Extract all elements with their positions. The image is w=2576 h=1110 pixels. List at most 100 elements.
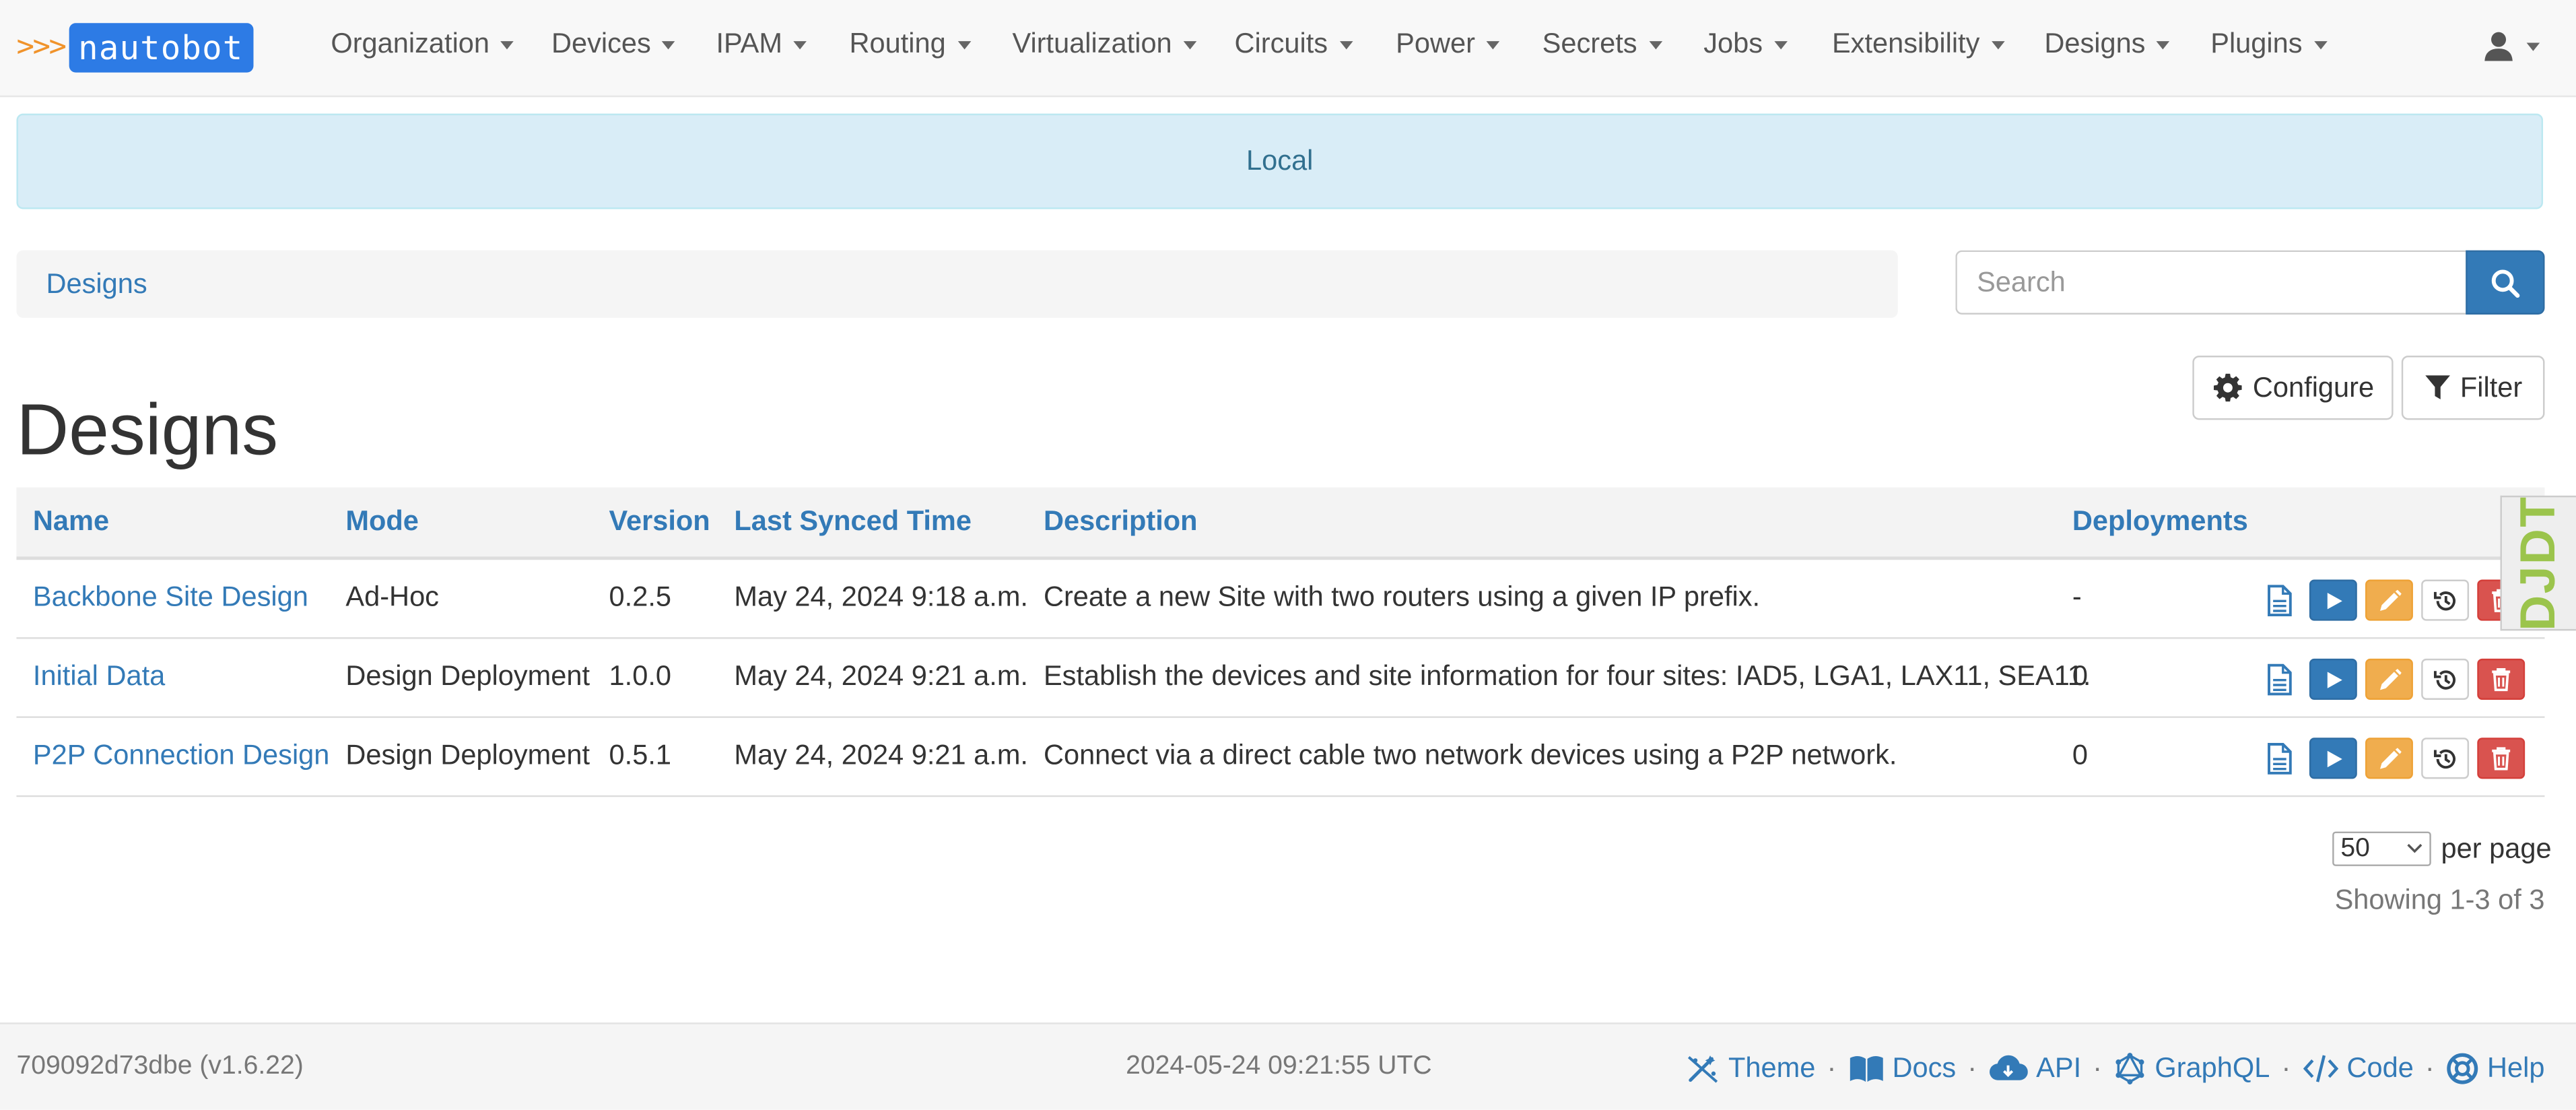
user-menu[interactable] [2482, 30, 2540, 63]
nav-extensibility[interactable]: Extensibility [1831, 28, 2005, 61]
nav-ipam[interactable]: IPAM [716, 28, 807, 61]
docs-button[interactable] [2258, 580, 2301, 621]
changelog-button[interactable] [2421, 658, 2470, 700]
column-name[interactable]: Name [33, 506, 109, 539]
column-mode[interactable]: Mode [345, 506, 419, 539]
footer-separator: · [1967, 1052, 1977, 1084]
play-icon [2326, 671, 2342, 688]
search-button[interactable] [2466, 250, 2545, 315]
edit-button[interactable] [2365, 579, 2413, 621]
graphql-icon [2115, 1053, 2144, 1085]
caret-down-icon [2313, 41, 2328, 50]
theme-icon [1688, 1055, 1718, 1083]
table-row: Backbone Site Design Ad-Hoc 0.2.5 May 24… [16, 560, 2545, 639]
history-icon [2433, 748, 2455, 768]
run-button[interactable] [2309, 738, 2357, 779]
pencil-icon [2379, 747, 2401, 769]
nav-label: Organization [331, 28, 490, 60]
breadcrumb-designs[interactable]: Designs [46, 267, 147, 300]
design-name-link[interactable]: Initial Data [33, 660, 165, 693]
banner-text: Local [1246, 145, 1314, 176]
nav-virtualization[interactable]: Virtualization [1012, 28, 1197, 61]
filter-button[interactable]: Filter [2401, 356, 2545, 420]
column-description[interactable]: Description [1044, 506, 1198, 539]
user-icon [2484, 32, 2513, 61]
footer-docs-link[interactable]: Docs [1848, 1052, 1956, 1085]
footer-separator: · [2093, 1052, 2103, 1084]
design-synced: May 24, 2024 9:21 a.m. [734, 660, 1028, 692]
footer-api-link[interactable]: API [1988, 1052, 2081, 1085]
nav-designs[interactable]: Designs [2044, 28, 2171, 61]
table-row: P2P Connection Design Design Deployment … [16, 718, 2545, 797]
footer-links: Theme · Docs · API · GraphQL · Code · He… [1687, 1052, 2545, 1085]
nav-circuits[interactable]: Circuits [1235, 28, 1353, 61]
book-icon [1849, 1055, 1883, 1082]
delete-button[interactable] [2477, 738, 2526, 779]
footer-separator: · [2281, 1052, 2291, 1084]
nav-label: Routing [849, 28, 946, 60]
footer-link-label: API [2036, 1052, 2082, 1084]
configure-button[interactable]: Configure [2192, 356, 2394, 420]
design-synced: May 24, 2024 9:18 a.m. [734, 581, 1028, 613]
nav-organization[interactable]: Organization [331, 28, 514, 61]
search-input[interactable] [1955, 250, 2466, 315]
design-name-link[interactable]: Backbone Site Design [33, 581, 308, 614]
design-mode: Design Deployment [345, 739, 590, 771]
nav-routing[interactable]: Routing [849, 28, 971, 61]
chevron-down-icon [2407, 843, 2422, 853]
history-icon [2433, 670, 2455, 689]
breadcrumb: Designs [16, 250, 1898, 318]
row-actions [2258, 738, 2526, 779]
footer: 709092d73dbe (v1.6.22) 2024-05-24 09:21:… [0, 1022, 2576, 1110]
nav-power[interactable]: Power [1396, 28, 1500, 61]
file-doc-icon [2268, 663, 2292, 695]
edit-button[interactable] [2365, 658, 2413, 700]
page-title: Designs [16, 390, 279, 471]
design-deployments: - [2072, 581, 2082, 613]
changelog-button[interactable] [2421, 738, 2470, 779]
docs-button[interactable] [2258, 659, 2301, 700]
nav-jobs[interactable]: Jobs [1703, 28, 1788, 61]
trash-icon [2492, 747, 2511, 771]
nav-devices[interactable]: Devices [551, 28, 676, 61]
table-row: Initial Data Design Deployment 1.0.0 May… [16, 639, 2545, 718]
changelog-button[interactable] [2421, 579, 2470, 621]
per-page-label: per page [2441, 832, 2552, 864]
search-icon [2491, 269, 2520, 297]
brand-arrows: >>> [16, 30, 67, 65]
file-doc-icon [2268, 742, 2292, 774]
footer-link-label: Theme [1728, 1052, 1816, 1084]
footer-graphql-link[interactable]: GraphQL [2113, 1052, 2270, 1085]
column-last-synced[interactable]: Last Synced Time [734, 506, 972, 539]
column-deployments[interactable]: Deployments [2072, 506, 2248, 539]
nav-label: Plugins [2210, 28, 2303, 60]
design-name-link[interactable]: P2P Connection Design [33, 740, 330, 773]
per-page-select[interactable]: 50 [2332, 831, 2431, 866]
footer-link-label: Help [2487, 1052, 2545, 1084]
brand-logo[interactable]: >>> nautobot [16, 18, 254, 76]
per-page-value: 50 [2340, 834, 2370, 862]
table-header: Name Mode Version Last Synced Time Descr… [16, 487, 2545, 560]
nav-label: Extensibility [1831, 28, 1980, 60]
nav-secrets[interactable]: Secrets [1543, 28, 1662, 61]
designs-table: Name Mode Version Last Synced Time Descr… [16, 487, 2545, 797]
code-icon [2303, 1055, 2338, 1082]
trash-icon [2492, 668, 2511, 692]
footer-code-link[interactable]: Code [2302, 1052, 2414, 1085]
edit-button[interactable] [2365, 738, 2413, 779]
footer-help-link[interactable]: Help [2446, 1052, 2545, 1085]
docs-button[interactable] [2258, 738, 2301, 779]
run-button[interactable] [2309, 658, 2357, 700]
footer-theme-link[interactable]: Theme [1687, 1052, 1815, 1085]
delete-button[interactable] [2477, 658, 2526, 700]
djdt-toolbar-handle[interactable]: DJDT [2500, 495, 2576, 631]
showing-count: Showing 1-3 of 3 [2334, 884, 2545, 916]
row-actions [2258, 579, 2526, 621]
design-synced: May 24, 2024 9:21 a.m. [734, 739, 1028, 771]
column-version[interactable]: Version [609, 506, 710, 539]
nav-plugins[interactable]: Plugins [2210, 28, 2328, 61]
footer-separator: · [2425, 1052, 2435, 1084]
caret-down-icon [1648, 41, 1662, 50]
run-button[interactable] [2309, 579, 2357, 621]
nav-label: Secrets [1542, 28, 1637, 60]
